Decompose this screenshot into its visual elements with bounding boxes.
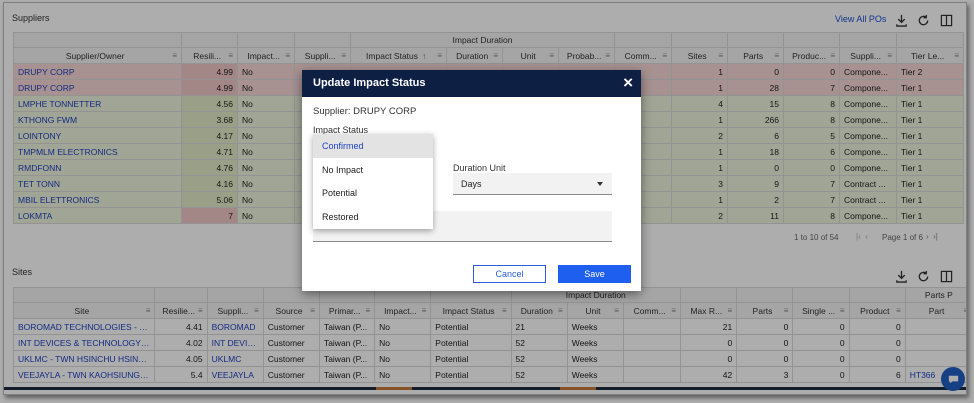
supplier-label: Supplier: DRUPY CORP [313, 106, 417, 117]
dialog-title: Update Impact Status [313, 77, 426, 89]
duration-unit-select[interactable]: Days [453, 173, 612, 195]
impact-status-dropdown: Confirmed No Impact Potential Restored [313, 134, 433, 229]
dialog-header: Update Impact Status × [302, 70, 641, 97]
save-button[interactable]: Save [558, 265, 631, 283]
duration-unit-label: Duration Unit [453, 163, 506, 173]
option-no-impact[interactable]: No Impact [313, 158, 433, 182]
option-restored[interactable]: Restored [313, 205, 433, 229]
option-potential[interactable]: Potential [313, 181, 433, 205]
close-icon[interactable]: × [623, 74, 633, 91]
chevron-down-icon [597, 182, 603, 186]
option-confirmed[interactable]: Confirmed [313, 134, 433, 158]
duration-unit-value: Days [461, 179, 482, 189]
cancel-button[interactable]: Cancel [473, 265, 546, 283]
